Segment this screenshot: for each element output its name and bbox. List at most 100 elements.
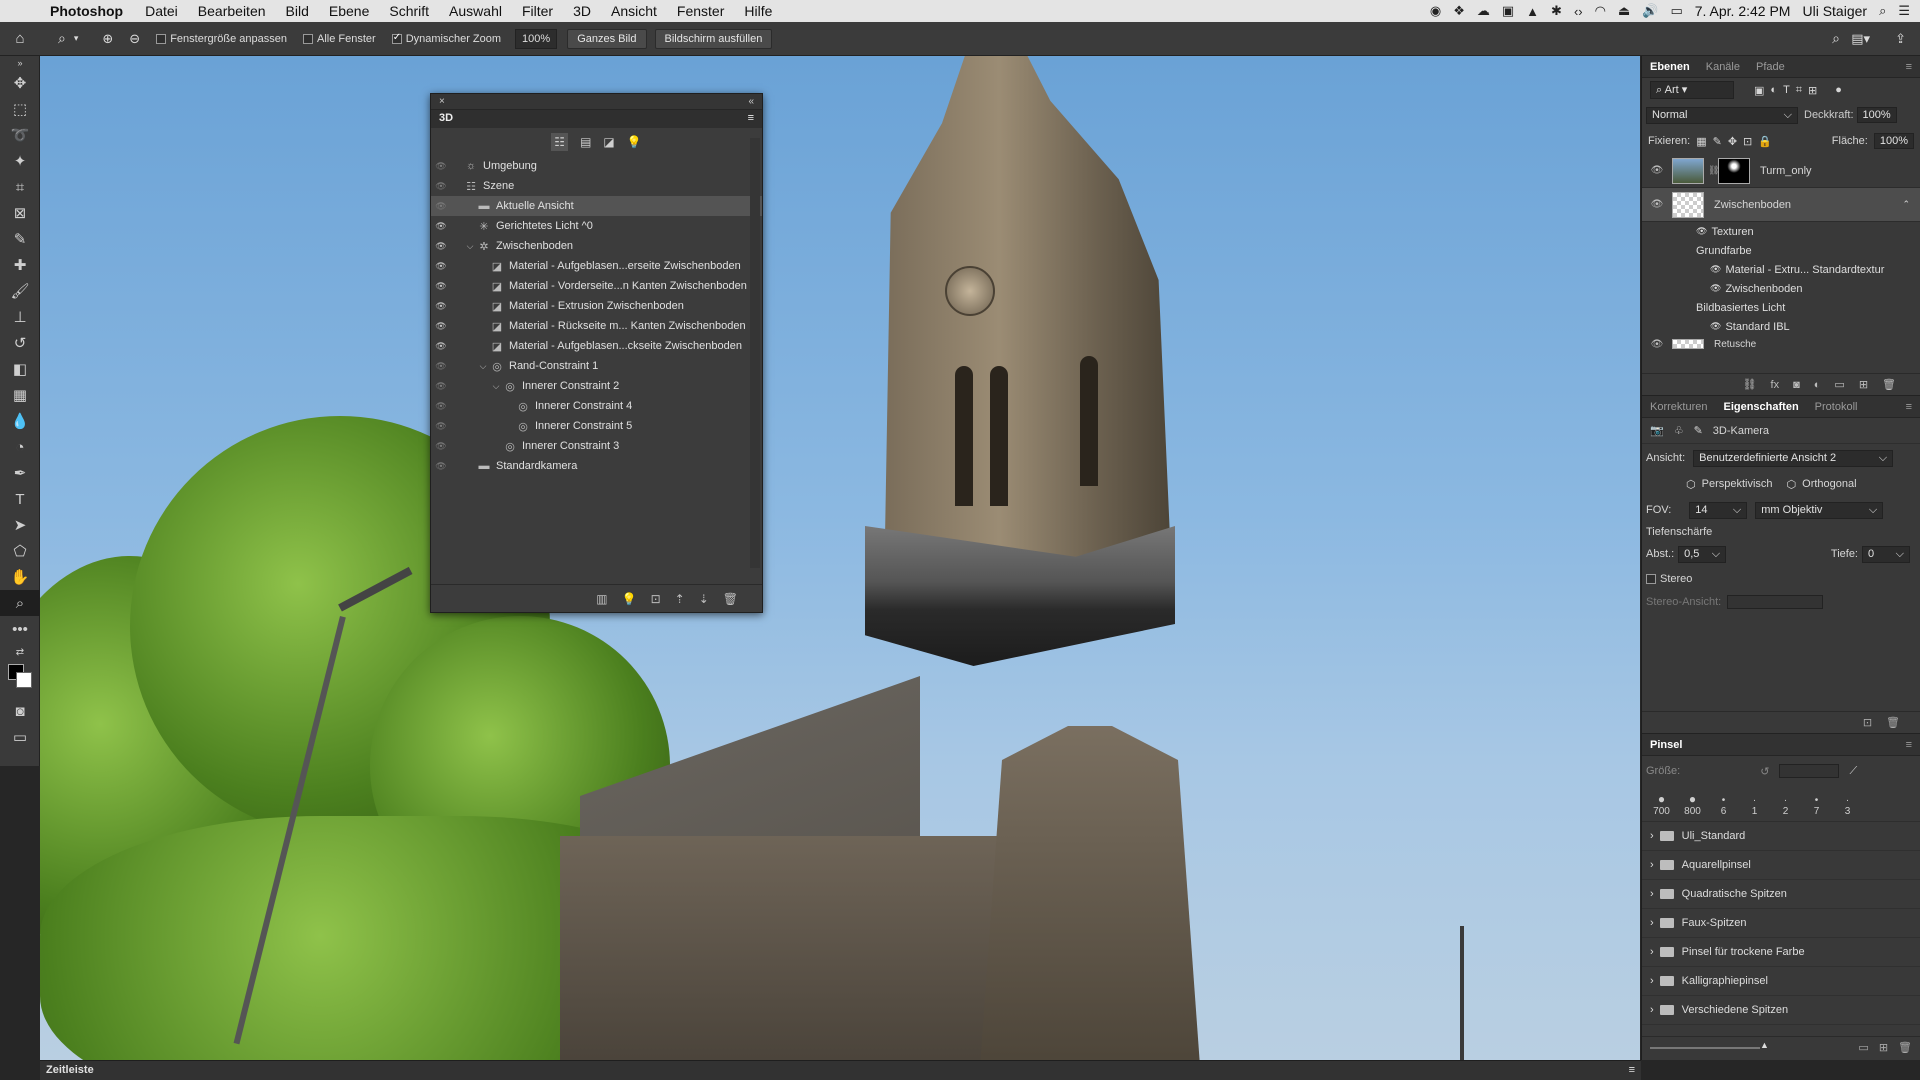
3d-layer-subitem[interactable]: 👁 Zwischenboden: [1642, 279, 1920, 298]
layer-row-zwischenboden[interactable]: 👁 Zwischenboden ⌃: [1642, 188, 1920, 222]
zoom-in-icon[interactable]: ⊕: [102, 31, 113, 47]
mesh-icon[interactable]: ▥: [596, 592, 607, 606]
chevron-right-icon[interactable]: ›: [1650, 888, 1654, 900]
eye-icon[interactable]: 👁: [431, 341, 451, 352]
scene-tree-row[interactable]: 👁 ◪ Material - Rückseite m... Kanten Zwisc…: [431, 316, 762, 336]
opacity-field[interactable]: 100%: [1856, 107, 1897, 123]
eye-icon[interactable]: 👁: [1710, 321, 1721, 332]
layer-row-retusche[interactable]: 👁 Retusche: [1642, 336, 1920, 352]
cloud-icon[interactable]: ☁: [1477, 3, 1490, 19]
brush-folder[interactable]: › Pinsel für trockene Farbe: [1642, 938, 1920, 967]
workspace-icon[interactable]: ▤▾: [1851, 31, 1870, 47]
brush-folder[interactable]: › Aquarellpinsel: [1642, 851, 1920, 880]
view-select[interactable]: Benutzerdefinierte Ansicht 2 ⌵: [1693, 449, 1894, 467]
add-mask-icon[interactable]: ◙: [1793, 379, 1800, 391]
menu-auswahl[interactable]: Auswahl: [449, 3, 502, 19]
eye-icon[interactable]: 👁: [431, 281, 451, 292]
lasso-tool-icon[interactable]: ➰: [0, 122, 40, 148]
quick-mask-icon[interactable]: ◙: [0, 698, 40, 724]
alert-icon[interactable]: ▲: [1526, 4, 1539, 19]
chevron-right-icon[interactable]: ›: [1650, 946, 1654, 958]
menu-hilfe[interactable]: Hilfe: [744, 3, 772, 19]
render-icon[interactable]: ⊡: [651, 592, 661, 606]
tab-3d[interactable]: 3D: [439, 112, 453, 124]
blend-mode-select[interactable]: Normal ⌵: [1646, 106, 1798, 124]
layer-name[interactable]: Turm_only: [1760, 165, 1812, 177]
eye-icon[interactable]: 👁: [431, 181, 451, 192]
menu-schrift[interactable]: Schrift: [389, 3, 429, 19]
perspective-option[interactable]: Perspektivisch: [1702, 478, 1773, 490]
dodge-tool-icon[interactable]: ◔: [0, 434, 40, 460]
layer-name[interactable]: Zwischenboden: [1714, 199, 1791, 211]
3d-layer-thumbnail[interactable]: [1672, 191, 1704, 218]
orthographic-icon[interactable]: ⬡: [1787, 478, 1797, 491]
fx-icon[interactable]: fx: [1771, 379, 1780, 391]
brush-preset[interactable]: ● 700: [1646, 792, 1677, 817]
eye-icon[interactable]: 👁: [431, 241, 451, 252]
tab-history[interactable]: Protokoll: [1807, 401, 1866, 413]
gradient-tool-icon[interactable]: ▦: [0, 382, 40, 408]
scene-tree-row[interactable]: 👁 ☼ Umgebung: [431, 156, 762, 176]
tab-layers[interactable]: Ebenen: [1642, 61, 1698, 73]
fit-window-checkbox[interactable]: Fenstergröße anpassen: [156, 33, 287, 45]
distance-field[interactable]: 0,5 ⌵: [1678, 545, 1727, 563]
eject-icon[interactable]: ⏏: [1618, 3, 1630, 19]
scene-tree-row[interactable]: 👁 ◎ Innerer Constraint 5: [431, 416, 762, 436]
lock-pixels-icon[interactable]: ✎: [1713, 135, 1722, 148]
zoom-out-icon[interactable]: ⊖: [129, 31, 140, 47]
new-layer-icon[interactable]: ⊞: [1859, 378, 1868, 391]
frame-tool-icon[interactable]: ⊠: [0, 200, 40, 226]
eye-icon[interactable]: 👁: [431, 301, 451, 312]
eye-icon[interactable]: 👁: [431, 381, 451, 392]
eye-icon[interactable]: 👁: [431, 221, 451, 232]
marquee-tool-icon[interactable]: ⬚: [0, 96, 40, 122]
type-tool-icon[interactable]: T: [0, 486, 40, 512]
bluetooth-icon[interactable]: ✱: [1551, 3, 1562, 19]
fov-field[interactable]: 14 ⌵: [1689, 501, 1748, 519]
chevron-down-icon[interactable]: ⌵: [477, 361, 489, 372]
chevron-right-icon[interactable]: ›: [1650, 830, 1654, 842]
share-icon[interactable]: ⇪: [1895, 31, 1906, 47]
screen-mode-icon[interactable]: ▭: [0, 724, 40, 750]
eye-icon[interactable]: 👁: [431, 421, 451, 432]
delete-brush-icon[interactable]: 🗑: [1898, 1041, 1912, 1054]
image-filter-icon[interactable]: ▣: [1754, 84, 1764, 97]
fill-field[interactable]: 100%: [1873, 133, 1914, 149]
record-icon[interactable]: ◉: [1430, 3, 1441, 19]
import-icon[interactable]: ⇣: [699, 592, 709, 606]
menu-ansicht[interactable]: Ansicht: [611, 3, 657, 19]
3d-layer-subitem[interactable]: 👁 Standard IBL: [1642, 317, 1920, 336]
stereo-checkbox[interactable]: Stereo: [1646, 573, 1692, 585]
menu-datei[interactable]: Datei: [145, 3, 178, 19]
depth-field[interactable]: 0 ⌵: [1862, 545, 1910, 563]
scrubby-zoom-checkbox[interactable]: Dynamischer Zoom: [391, 32, 501, 45]
whole-scene-icon[interactable]: ☷: [551, 133, 569, 151]
layer-row-turm-only[interactable]: 👁 ⛓ Turm_only: [1642, 154, 1920, 188]
eye-icon[interactable]: 👁: [431, 321, 451, 332]
eye-icon[interactable]: 👁: [1710, 283, 1721, 294]
scene-tree-row[interactable]: 👁 ✳ Gerichtetes Licht ^0: [431, 216, 762, 236]
app-menu[interactable]: Photoshop: [50, 3, 123, 19]
chevron-down-icon[interactable]: ⌵: [490, 381, 502, 392]
panel-menu-icon[interactable]: ≡: [748, 112, 754, 124]
panel-menu-icon[interactable]: ≡: [1629, 1064, 1635, 1076]
zoom-tool-active-icon[interactable]: ⌕: [0, 590, 40, 616]
group-icon[interactable]: ▭: [1834, 378, 1844, 391]
healing-tool-icon[interactable]: ✚: [0, 252, 40, 278]
eye-icon[interactable]: 👁: [431, 401, 451, 412]
orthographic-option[interactable]: Orthogonal: [1802, 478, 1856, 490]
new-brush-icon[interactable]: ⊞: [1879, 1041, 1888, 1054]
scene-tree-row[interactable]: 👁 ◎ Innerer Constraint 4: [431, 396, 762, 416]
scene-tree-row[interactable]: 👁 ◪ Material - Aufgeblasen...ckseite Zwisc…: [431, 336, 762, 356]
eraser-tool-icon[interactable]: ◧: [0, 356, 40, 382]
eye-icon[interactable]: 👁: [431, 261, 451, 272]
swap-colors-icon[interactable]: ⇄: [0, 642, 40, 662]
fit-screen-button[interactable]: Ganzes Bild: [567, 28, 647, 49]
brush-folder[interactable]: › Faux-Spitzen: [1642, 909, 1920, 938]
scene-tree-row[interactable]: 👁 ▬ Standardkamera: [431, 456, 762, 476]
3d-panel[interactable]: × « 3D ≡ ☷ ▤ ◪ 💡 👁 ☼ Umgebung 👁 ☷ Szene 👁 ▬ Aktu…: [430, 93, 763, 613]
color-swatches[interactable]: [0, 662, 39, 698]
tab-paths[interactable]: Pfade: [1748, 61, 1793, 73]
wifi-icon[interactable]: ◠: [1595, 3, 1606, 19]
link-icon[interactable]: ⛓: [1708, 165, 1719, 176]
